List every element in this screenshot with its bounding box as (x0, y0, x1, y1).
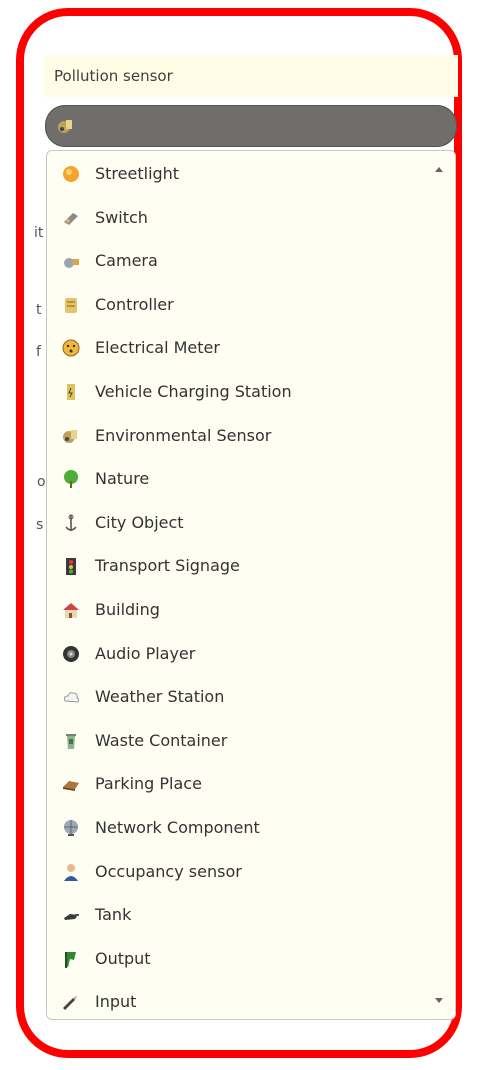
list-item-label: Controller (95, 294, 174, 314)
list-item[interactable]: Streetlight (57, 161, 437, 187)
list-item[interactable]: Occupancy sensor (57, 859, 437, 885)
dropdown-list[interactable]: Streetlight Switch Camera Controller Electri… (46, 150, 456, 1020)
background-text: t (36, 302, 42, 318)
list-item[interactable]: Environmental Sensor (57, 423, 437, 449)
list-item[interactable]: Electrical Meter (57, 335, 437, 361)
list-item-label: Audio Player (95, 643, 196, 663)
list-item[interactable]: Audio Player (57, 641, 437, 667)
list-item[interactable]: Input (57, 989, 437, 1015)
controller-icon (65, 297, 77, 313)
list-item-label: Input (95, 992, 137, 1012)
list-item-label: Switch (95, 207, 148, 227)
list-item-label: City Object (95, 512, 184, 532)
transport-signage-icon (66, 558, 76, 576)
background-text: o (37, 474, 46, 490)
tank-icon (64, 914, 79, 921)
output-icon (65, 951, 76, 968)
list-item-label: Waste Container (95, 730, 228, 750)
list-item-label: Camera (95, 251, 158, 271)
network-component-icon (64, 820, 78, 836)
switch-icon (64, 212, 78, 225)
background-text: s (36, 517, 44, 533)
waste-container-icon (66, 733, 76, 749)
list-item-label: Transport Signage (95, 556, 240, 576)
input-icon (63, 996, 77, 1011)
background-text: it (34, 225, 44, 241)
list-item-label: Nature (95, 469, 150, 489)
list-item[interactable]: Waste Container (57, 728, 437, 754)
list-item[interactable]: Weather Station (57, 684, 437, 710)
environmental-sensor-icon (63, 429, 77, 443)
category-header-label: Pollution sensor (54, 67, 173, 85)
nature-icon (64, 470, 78, 489)
background-text: f (36, 344, 41, 360)
list-item[interactable]: City Object (57, 510, 437, 536)
list-item-label: Weather Station (95, 687, 225, 707)
parking-place-icon (63, 781, 79, 792)
streetlight-icon (63, 166, 79, 182)
list-item-label: Output (95, 948, 151, 968)
list-item-label: Streetlight (95, 164, 180, 183)
environmental-sensor-icon (58, 120, 72, 133)
vehicle-charging-station-icon (67, 384, 75, 400)
list-item[interactable]: Parking Place (57, 771, 437, 797)
list-item[interactable]: Nature (57, 466, 437, 492)
electrical-meter-icon (62, 339, 80, 357)
building-icon (63, 603, 79, 618)
occupancy-sensor-icon (64, 863, 78, 881)
camera-icon (64, 258, 79, 269)
list-item[interactable]: Output (57, 946, 437, 972)
list-item[interactable]: Switch (57, 205, 437, 231)
list-item-label: Tank (95, 905, 132, 925)
list-item[interactable]: Transport Signage (57, 553, 437, 579)
audio-player-icon (63, 645, 79, 662)
list-item[interactable]: Tank (57, 902, 437, 928)
list-item-label: Parking Place (95, 774, 202, 794)
list-item-label: Occupancy sensor (95, 861, 242, 881)
list-item-label: Vehicle Charging Station (95, 382, 292, 401)
list-item[interactable]: Camera (57, 248, 437, 274)
list-item[interactable]: Network Component (57, 815, 437, 841)
list-item[interactable]: Building (57, 597, 437, 623)
category-header: Pollution sensor (44, 55, 458, 97)
list-item-label: Building (95, 600, 160, 619)
weather-station-icon (63, 692, 80, 703)
list-item[interactable]: Controller (57, 292, 437, 318)
list-item-label: Electrical Meter (95, 338, 220, 358)
city-object-icon (65, 514, 77, 531)
list-item-label: Network Component (95, 818, 260, 837)
list-item-label: Environmental Sensor (95, 425, 272, 445)
category-combobox[interactable] (45, 105, 457, 147)
list-item[interactable]: Vehicle Charging Station (57, 379, 437, 405)
